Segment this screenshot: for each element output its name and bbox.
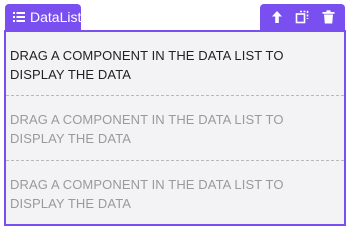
list-icon [13, 11, 25, 23]
list-item-text: DRAG A COMPONENT IN THE DATA LIST TO DIS… [10, 177, 284, 211]
trash-icon[interactable] [319, 8, 337, 26]
list-item-text: DRAG A COMPONENT IN THE DATA LIST TO DIS… [10, 112, 284, 146]
datalist-tag[interactable]: DataList [5, 4, 81, 30]
drag-copy-icon[interactable] [293, 8, 311, 26]
list-item[interactable]: DRAG A COMPONENT IN THE DATA LIST TO DIS… [6, 161, 344, 224]
datalist-frame[interactable]: DRAG A COMPONENT IN THE DATA LIST TO DIS… [4, 30, 346, 226]
component-toolbar [260, 4, 345, 30]
select-parent-arrow-icon[interactable] [268, 8, 286, 26]
list-item-text: DRAG A COMPONENT IN THE DATA LIST TO DIS… [10, 48, 284, 82]
list-item[interactable]: DRAG A COMPONENT IN THE DATA LIST TO DIS… [6, 96, 344, 160]
datalist-label: DataList [30, 9, 82, 25]
list-item[interactable]: DRAG A COMPONENT IN THE DATA LIST TO DIS… [6, 32, 344, 95]
